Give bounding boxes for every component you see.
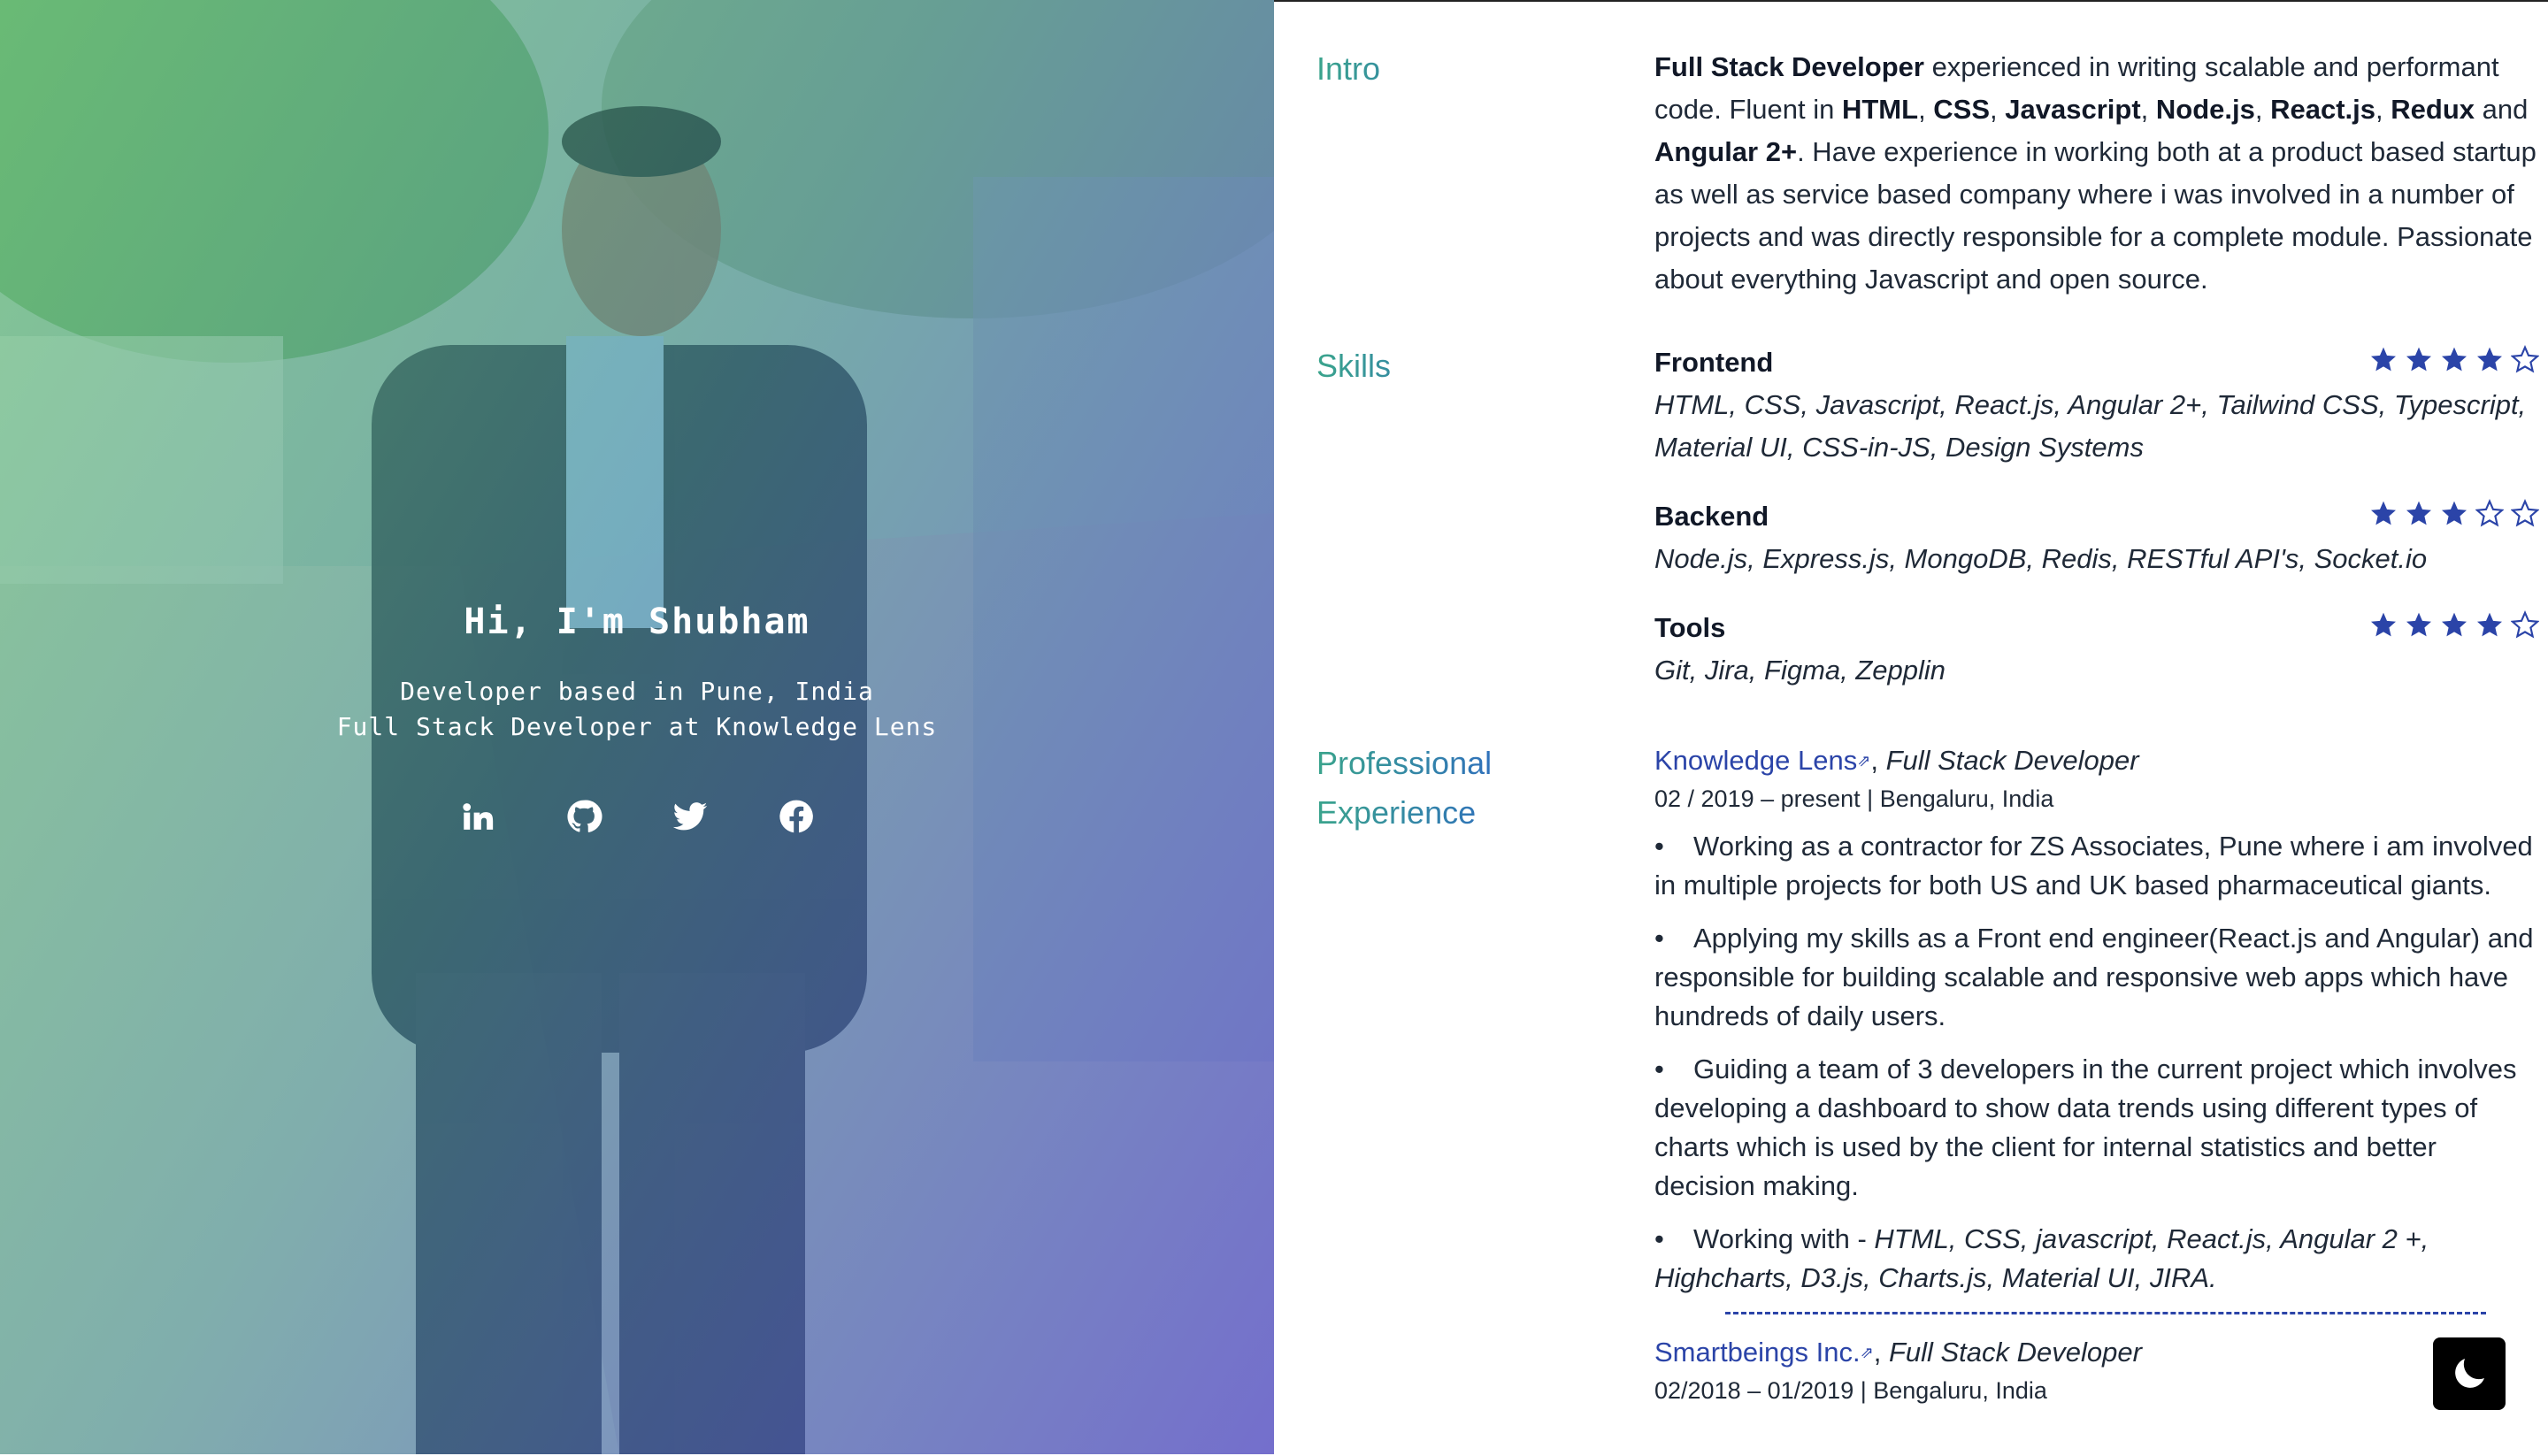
skill-rating — [2369, 609, 2540, 639]
job-role: Full Stack Developer — [1888, 1337, 2142, 1368]
job-meta: 02/2018 – 01/2019 | Bengaluru, India — [1654, 1377, 2047, 1404]
hero-position: Full Stack Developer at Knowledge Lens — [336, 712, 938, 741]
job-heading: Smartbeings Inc.⇗, Full Stack Developer — [1654, 1337, 2142, 1368]
intro-heading: Intro — [1316, 44, 1538, 94]
company-name: Smartbeings Inc. — [1654, 1337, 1861, 1368]
star-filled-icon — [2440, 610, 2468, 639]
skill-tools: Tools Git, Jira, Figma, Zepplin — [1654, 607, 2540, 692]
star-empty-icon — [2510, 498, 2540, 527]
company-link[interactable]: Smartbeings Inc.⇗ — [1654, 1337, 1874, 1368]
job-knowledge-lens: Knowledge Lens⇗, Full Stack Developer 02… — [1654, 740, 2539, 1314]
hero-greeting: Hi, I'm Shubham — [464, 602, 810, 642]
bullet-prefix: Working with - — [1693, 1223, 1875, 1254]
intro-paragraph: Full Stack Developer experienced in writ… — [1654, 51, 2536, 295]
star-filled-icon — [2369, 345, 2398, 373]
skill-frontend: Frontend HTML, CSS, Javascript, React.js… — [1654, 341, 2540, 469]
list-item: • Working with - HTML, CSS, javascript, R… — [1654, 1223, 2429, 1293]
tech-node: Node.js — [2155, 94, 2255, 125]
job-heading: Knowledge Lens⇗, Full Stack Developer — [1654, 745, 2139, 776]
resume-panel: Intro Full Stack Developer experienced i… — [1274, 0, 2548, 1456]
company-link[interactable]: Knowledge Lens⇗ — [1654, 745, 1870, 776]
skill-rating — [2369, 498, 2540, 527]
star-filled-icon — [2440, 499, 2468, 527]
job-role: Full Stack Developer — [1885, 745, 2139, 776]
skill-rating — [2369, 344, 2540, 373]
theme-toggle-button[interactable] — [2433, 1337, 2506, 1410]
intro-role: Full Stack Developer — [1654, 51, 1924, 82]
twitter-icon[interactable] — [672, 798, 709, 835]
star-filled-icon — [2405, 345, 2433, 373]
linkedin-icon[interactable] — [459, 798, 496, 835]
tech-react: React.js — [2270, 94, 2376, 125]
tech-html: HTML — [1841, 94, 1919, 125]
skill-description: Git, Jira, Figma, Zepplin — [1654, 655, 1946, 686]
skill-backend: Backend Node.js, Express.js, MongoDB, Re… — [1654, 495, 2540, 580]
hero-section: Hi, I'm Shubham Developer based in Pune,… — [0, 0, 1274, 1454]
star-filled-icon — [2440, 345, 2468, 373]
skills-heading: Skills — [1316, 341, 1538, 391]
star-filled-icon — [2475, 610, 2504, 639]
tech-javascript: Javascript — [2005, 94, 2141, 125]
star-filled-icon — [2475, 345, 2504, 373]
job-divider — [1725, 1312, 2486, 1314]
list-item: • Working as a contractor for ZS Associat… — [1654, 831, 2533, 900]
star-empty-icon — [2510, 609, 2540, 639]
facebook-icon[interactable] — [778, 798, 815, 835]
external-link-icon: ⇗ — [1857, 752, 1871, 770]
list-item: • Guiding a team of 3 developers in the c… — [1654, 1054, 2517, 1201]
github-icon[interactable] — [565, 798, 602, 835]
tech-angular: Angular 2+ — [1654, 136, 1798, 167]
job-bullets: • Working as a contractor for ZS Associat… — [1654, 827, 2539, 1298]
tech-css: CSS — [1933, 94, 1991, 125]
company-name: Knowledge Lens — [1654, 745, 1858, 776]
skill-description: HTML, CSS, Javascript, React.js, Angular… — [1654, 389, 2527, 463]
tech-redux: Redux — [2391, 94, 2475, 125]
star-filled-icon — [2369, 610, 2398, 639]
star-filled-icon — [2369, 499, 2398, 527]
experience-heading: Professional Experience — [1316, 739, 1538, 838]
job-meta: 02 / 2019 – present | Bengaluru, India — [1654, 785, 2054, 812]
bullet-text: Working as a contractor for ZS Associate… — [1654, 831, 2533, 900]
skill-description: Node.js, Express.js, MongoDB, Redis, RES… — [1654, 543, 2428, 574]
hero-content: Hi, I'm Shubham Developer based in Pune,… — [0, 602, 1274, 835]
job-smartbeings: Smartbeings Inc.⇗, Full Stack Developer … — [1654, 1332, 2539, 1408]
star-empty-icon — [2475, 498, 2505, 527]
external-link-icon: ⇗ — [1860, 1344, 1874, 1361]
bullet-text: Guiding a team of 3 developers in the cu… — [1654, 1054, 2517, 1201]
experience-heading-line1: Professional — [1316, 745, 1493, 781]
bullet-text: Applying my skills as a Front end engine… — [1654, 923, 2534, 1031]
star-filled-icon — [2405, 610, 2433, 639]
experience-heading-line2: Experience — [1316, 794, 1477, 831]
list-item: • Applying my skills as a Front end engin… — [1654, 923, 2534, 1031]
moon-icon — [2455, 1359, 2484, 1388]
hero-location: Developer based in Pune, India — [400, 677, 874, 706]
social-links — [0, 798, 1274, 835]
star-filled-icon — [2405, 499, 2433, 527]
star-empty-icon — [2510, 344, 2540, 373]
